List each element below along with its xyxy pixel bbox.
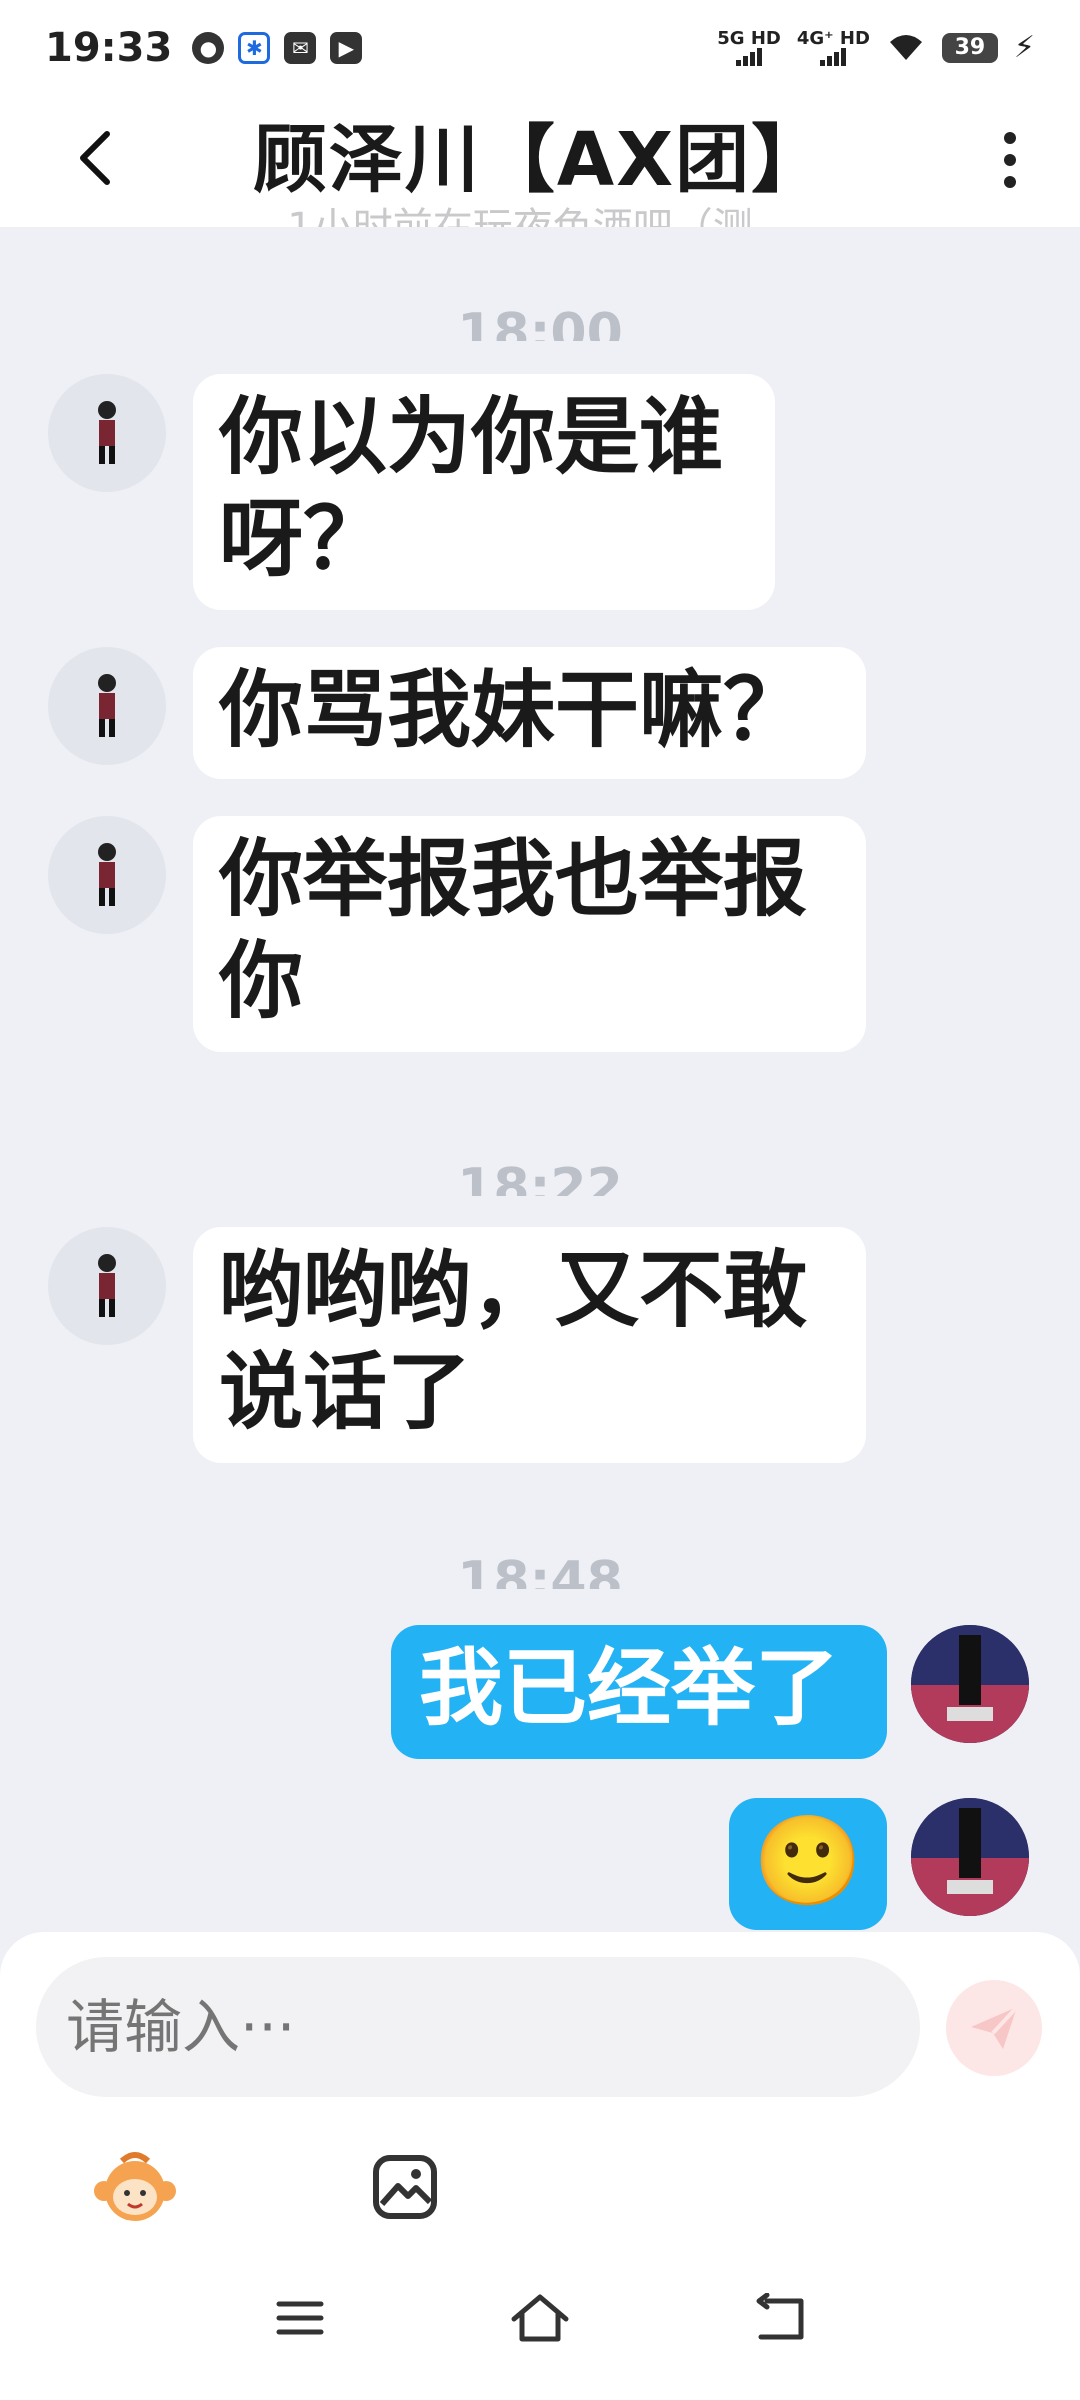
contact-avatar[interactable] bbox=[48, 816, 166, 934]
battery-icon: 39 bbox=[941, 32, 998, 63]
monkey-sticker-icon bbox=[94, 2152, 176, 2221]
signal-4g: 4G⁺ HD bbox=[796, 27, 870, 66]
battery-level: 39 bbox=[954, 35, 986, 60]
character-avatar-icon bbox=[98, 674, 116, 737]
menu-icon bbox=[276, 2301, 324, 2335]
message-bubble-sent[interactable]: 我已经举了 bbox=[391, 1625, 887, 1759]
home-icon bbox=[511, 2294, 569, 2342]
chat-header: 顾泽川【AX团】 1小时前在玩夜色酒吧（测… bbox=[0, 95, 1080, 227]
my-avatar[interactable] bbox=[911, 1625, 1029, 1743]
message-notification-icon: ● bbox=[192, 31, 225, 64]
message-bubble[interactable]: 你以为你是谁 呀？ bbox=[193, 374, 775, 610]
chat-subtitle: 1小时前在玩夜色酒吧（测… bbox=[0, 195, 1080, 227]
signal-bars-icon bbox=[820, 47, 847, 66]
message-input[interactable] bbox=[36, 1957, 920, 2097]
message-bubble[interactable]: 你举报我也举报 你 bbox=[193, 816, 866, 1052]
charging-icon: ⚡ bbox=[1013, 30, 1035, 65]
menu-nav-button[interactable] bbox=[260, 2278, 340, 2358]
character-avatar-icon bbox=[911, 1625, 1029, 1743]
status-time: 19:33 bbox=[45, 24, 173, 71]
sticker-button[interactable] bbox=[90, 2142, 180, 2232]
image-button[interactable] bbox=[360, 2142, 450, 2232]
status-bar: 19:33 ● ✱ ✉ ▶ 5G HD 4G⁺ HD 39 ⚡ bbox=[0, 0, 1080, 95]
message-bubble[interactable]: 你骂我妹干嘛？ bbox=[193, 647, 866, 779]
status-right: 5G HD 4G⁺ HD 39 ⚡ bbox=[717, 27, 1035, 66]
more-options-button[interactable] bbox=[980, 125, 1040, 195]
back-arrow-icon bbox=[756, 2293, 804, 2340]
app-notification-icon: ✱ bbox=[238, 31, 271, 64]
contact-avatar[interactable] bbox=[48, 647, 166, 765]
net2-label: 4G⁺ HD bbox=[796, 27, 870, 49]
message-bubble-sent[interactable]: 🙂 bbox=[729, 1798, 887, 1930]
character-avatar-icon bbox=[98, 1254, 116, 1317]
send-button[interactable] bbox=[946, 1980, 1042, 2076]
chat-area[interactable]: 18:00 你以为你是谁 呀？ 你骂我妹干嘛？ 你举报我也举报 你 18:22 bbox=[0, 227, 1080, 1930]
contact-avatar[interactable] bbox=[48, 374, 166, 492]
send-icon bbox=[971, 2005, 1019, 2049]
signal-bars-icon bbox=[736, 47, 763, 66]
status-left: 19:33 ● ✱ ✉ ▶ bbox=[45, 24, 363, 71]
contact-avatar[interactable] bbox=[48, 1227, 166, 1345]
time-separator: 18:00 bbox=[457, 303, 623, 341]
more-vertical-icon bbox=[1004, 154, 1016, 166]
time-separator: 18:22 bbox=[457, 1158, 623, 1196]
more-vertical-icon bbox=[1004, 176, 1016, 188]
mail-notification-icon: ✉ bbox=[284, 31, 317, 64]
home-nav-button[interactable] bbox=[500, 2278, 580, 2358]
more-vertical-icon bbox=[1004, 132, 1016, 144]
character-avatar-icon bbox=[98, 401, 116, 464]
time-separator: 18:48 bbox=[457, 1551, 623, 1589]
net1-label: 5G HD bbox=[717, 27, 781, 49]
character-avatar-icon bbox=[911, 1798, 1029, 1916]
signal-5g: 5G HD bbox=[717, 27, 781, 66]
wifi-icon bbox=[889, 34, 922, 60]
message-bubble[interactable]: 哟哟哟，又不敢 说话了 bbox=[193, 1227, 866, 1463]
system-nav-bar bbox=[0, 2270, 1080, 2400]
image-icon bbox=[373, 2155, 437, 2219]
my-avatar[interactable] bbox=[911, 1798, 1029, 1916]
character-avatar-icon bbox=[98, 843, 116, 906]
play-notification-icon: ▶ bbox=[330, 31, 363, 64]
back-nav-button[interactable] bbox=[740, 2278, 820, 2358]
